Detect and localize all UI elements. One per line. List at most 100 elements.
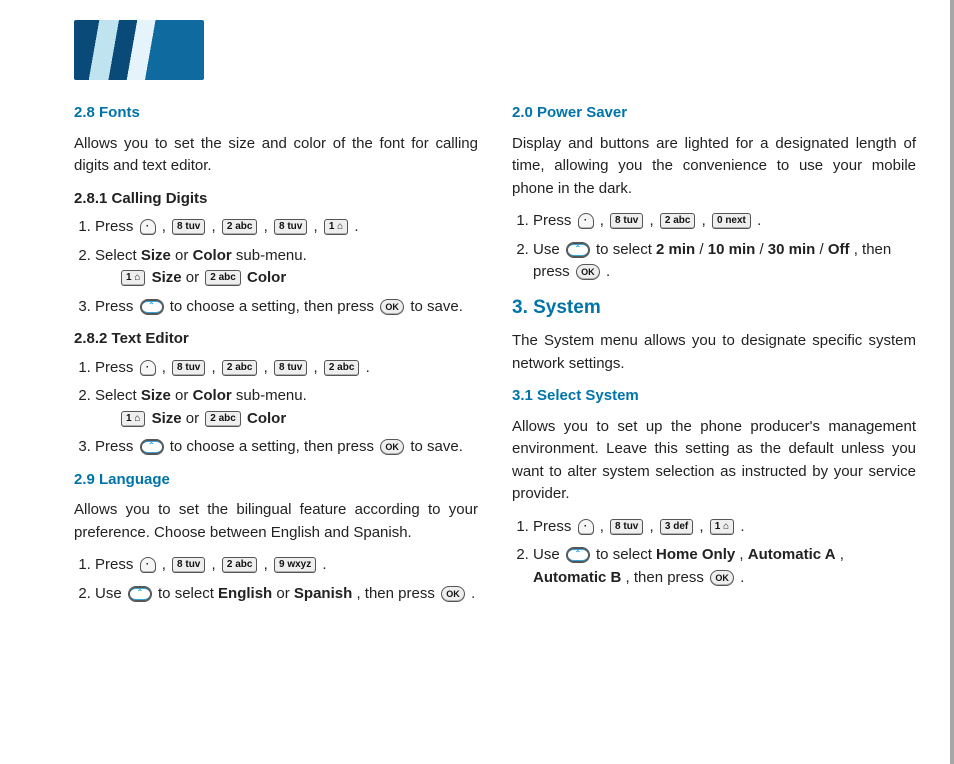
ok-key-icon: OK (710, 570, 734, 586)
text: sub-menu. (236, 387, 307, 404)
nav-key-icon (566, 547, 590, 563)
text: to select (596, 241, 656, 258)
text-bold: English (218, 585, 272, 602)
text: , (212, 359, 220, 376)
ok-key-icon: OK (576, 264, 600, 280)
ok-key-icon: OK (441, 586, 465, 602)
text: to save. (410, 438, 463, 455)
key-1: 1 ⌂ (121, 411, 145, 427)
text: . (471, 585, 475, 602)
list-2-8-1: Press , 8 tuv , 2 abc , 8 tuv , 1 ⌂ . Se… (74, 216, 478, 318)
list-2-0: Press , 8 tuv , 2 abc , 0 next . Use to … (512, 210, 916, 284)
text-bold: Off (828, 241, 850, 258)
text-bold: Size (152, 410, 182, 427)
list-2-8-2: Press , 8 tuv , 2 abc , 8 tuv , 2 abc . … (74, 357, 478, 459)
desc-2-0: Display and buttons are lighted for a de… (512, 133, 916, 201)
key-2: 2 abc (660, 213, 696, 229)
text: , (264, 359, 272, 376)
text: , (314, 359, 322, 376)
text: . (757, 212, 761, 229)
left-column: 2.8 Fonts Allows you to set the size and… (74, 102, 478, 615)
text: Press (533, 212, 576, 229)
text-bold: Automatic B (533, 569, 621, 586)
step: Press , 8 tuv , 2 abc , 9 wxyz . (95, 554, 478, 577)
key-8: 8 tuv (610, 519, 643, 535)
text: , (162, 359, 170, 376)
step: Select Size or Color sub-menu. 1 ⌂ Size … (95, 385, 478, 430)
key-0: 0 next (712, 213, 751, 229)
heading-2-8-1: 2.8.1 Calling Digits (74, 188, 478, 211)
menu-key-icon (578, 213, 594, 229)
key-8: 8 tuv (172, 219, 205, 235)
text: to save. (410, 298, 463, 315)
desc-2-8: Allows you to set the size and color of … (74, 133, 478, 178)
text: or (276, 585, 294, 602)
menu-key-icon (140, 360, 156, 376)
text: Select (95, 387, 141, 404)
text: , (650, 212, 658, 229)
text: , (600, 518, 608, 535)
text-bold: Color (193, 247, 232, 264)
text: , then press (356, 585, 439, 602)
key-2: 2 abc (205, 270, 241, 286)
text: Press (95, 298, 138, 315)
step: Use to select English or Spanish , then … (95, 583, 478, 606)
heading-2-9: 2.9 Language (74, 469, 478, 492)
text: , (314, 218, 322, 235)
step: Press to choose a setting, then press OK… (95, 296, 478, 319)
text: , (702, 212, 710, 229)
heading-3-1: 3.1 Select System (512, 385, 916, 408)
text-bold: Color (193, 387, 232, 404)
text-bold: 2 min (656, 241, 695, 258)
step: Use to select Home Only , Automatic A , … (533, 544, 916, 589)
step: Press , 8 tuv , 3 def , 1 ⌂ . (533, 516, 916, 539)
key-9: 9 wxyz (274, 557, 316, 573)
desc-2-9: Allows you to set the bilingual feature … (74, 499, 478, 544)
list-3-1: Press , 8 tuv , 3 def , 1 ⌂ . Use to sel… (512, 516, 916, 590)
key-8: 8 tuv (274, 219, 307, 235)
text: Press (533, 518, 576, 535)
step: Press , 8 tuv , 2 abc , 8 tuv , 2 abc . (95, 357, 478, 380)
text: , (264, 556, 272, 573)
text: / (699, 241, 707, 258)
text-bold: Size (141, 387, 171, 404)
ok-key-icon: OK (380, 439, 404, 455)
text: Use (533, 546, 564, 563)
text: Press (95, 218, 138, 235)
heading-2-8-2: 2.8.2 Text Editor (74, 328, 478, 351)
text-bold: Size (152, 269, 182, 286)
text-bold: Home Only (656, 546, 735, 563)
nav-key-icon (128, 586, 152, 602)
text: . (322, 556, 326, 573)
key-2: 2 abc (222, 219, 258, 235)
text: to choose a setting, then press (170, 438, 378, 455)
text: , (650, 518, 658, 535)
text: Press (95, 359, 138, 376)
text: , (162, 556, 170, 573)
key-2: 2 abc (324, 360, 360, 376)
text: , (699, 518, 707, 535)
text: , (162, 218, 170, 235)
text: or (175, 387, 193, 404)
text: , then press (626, 569, 709, 586)
ok-key-icon: OK (380, 299, 404, 315)
key-8: 8 tuv (274, 360, 307, 376)
key-8: 8 tuv (610, 213, 643, 229)
key-8: 8 tuv (172, 360, 205, 376)
text-bold: 30 min (768, 241, 816, 258)
text: . (354, 218, 358, 235)
heading-3: 3. System (512, 294, 916, 323)
key-2: 2 abc (222, 557, 258, 573)
key-1: 1 ⌂ (710, 519, 734, 535)
text: sub-menu. (236, 247, 307, 264)
text: or (186, 410, 204, 427)
text: , (600, 212, 608, 229)
key-1: 1 ⌂ (121, 270, 145, 286)
key-2: 2 abc (222, 360, 258, 376)
text: or (186, 269, 204, 286)
text-bold: Automatic A (748, 546, 836, 563)
text: to select (158, 585, 218, 602)
nav-key-icon (566, 242, 590, 258)
text: . (366, 359, 370, 376)
text: , (840, 546, 844, 563)
